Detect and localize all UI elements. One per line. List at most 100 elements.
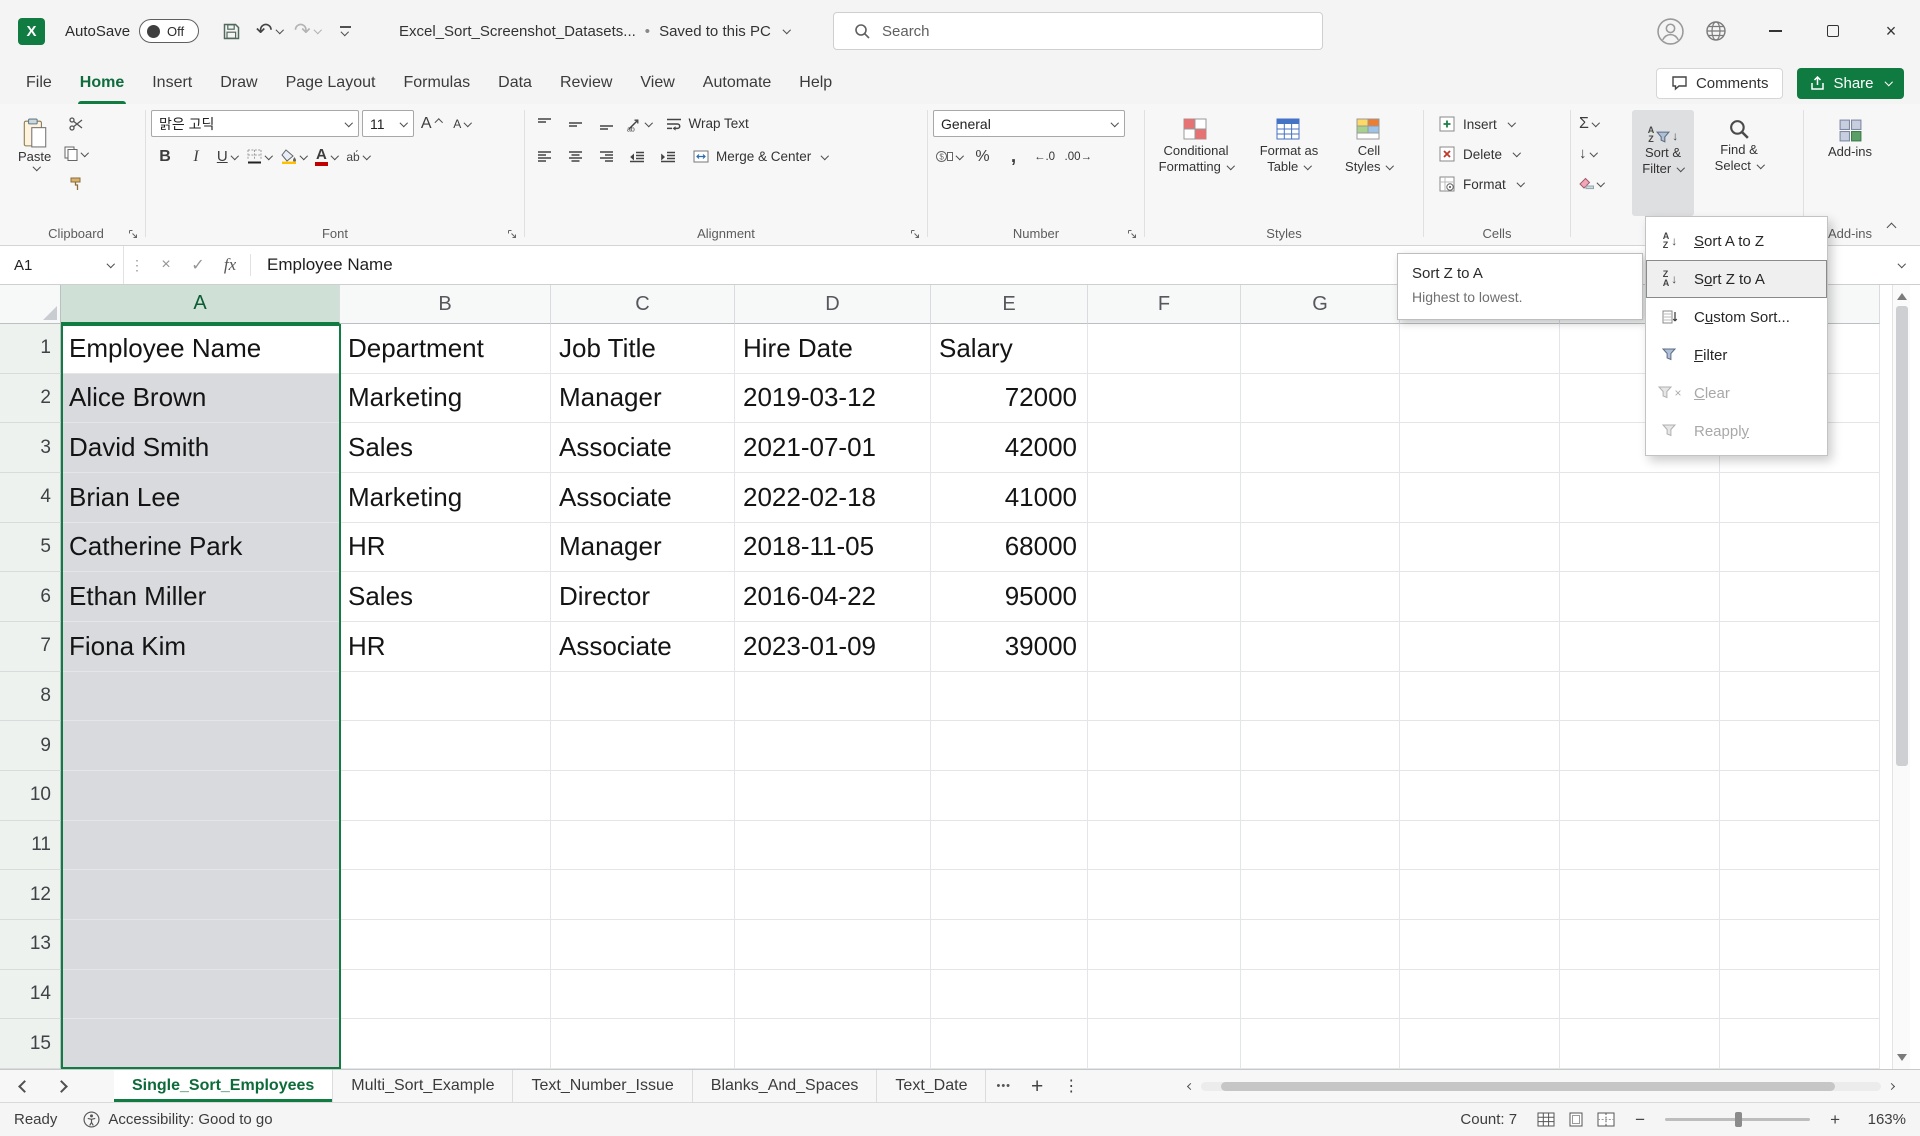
formula-bar-handle[interactable]: ⋮: [124, 257, 150, 274]
cell-C4[interactable]: Associate: [551, 473, 735, 523]
new-sheet-button[interactable]: +: [1021, 1076, 1053, 1097]
cell-A9[interactable]: [61, 721, 340, 771]
wrap-text-button[interactable]: Wrap Text: [658, 110, 757, 137]
cell-A6[interactable]: Ethan Miller: [61, 572, 340, 622]
menu-item-sort-z-to-a[interactable]: ZA↓Sort Z to A: [1646, 260, 1827, 298]
row-header-15[interactable]: 15: [0, 1019, 61, 1069]
cell-B8[interactable]: [340, 672, 551, 722]
select-all-corner[interactable]: [0, 285, 61, 324]
merge-center-button[interactable]: Merge & Center: [685, 143, 836, 170]
row-header-10[interactable]: 10: [0, 771, 61, 821]
cell-B9[interactable]: [340, 721, 551, 771]
cell-I8[interactable]: [1560, 672, 1720, 722]
search-box[interactable]: Search: [833, 12, 1323, 50]
cell-C7[interactable]: Associate: [551, 622, 735, 672]
number-dialog-launcher[interactable]: [1127, 229, 1137, 239]
cell-H2[interactable]: [1400, 374, 1560, 424]
cell-G2[interactable]: [1241, 374, 1400, 424]
increase-indent-button[interactable]: [654, 143, 682, 170]
cell-A1[interactable]: Employee Name: [61, 324, 340, 374]
font-name-combo[interactable]: 맑은 고딕: [151, 110, 359, 137]
delete-cells-button[interactable]: Delete: [1429, 140, 1565, 168]
row-header-12[interactable]: 12: [0, 870, 61, 920]
share-button[interactable]: Share: [1797, 68, 1904, 99]
cell-F10[interactable]: [1088, 771, 1241, 821]
scroll-right-icon[interactable]: [1888, 1082, 1895, 1089]
borders-button[interactable]: [244, 143, 275, 170]
cell-H3[interactable]: [1400, 423, 1560, 473]
cell-H10[interactable]: [1400, 771, 1560, 821]
cell-J9[interactable]: [1720, 721, 1880, 771]
cell-I6[interactable]: [1560, 572, 1720, 622]
row-header-1[interactable]: 1: [0, 324, 61, 374]
saved-status[interactable]: Saved to this PC: [659, 23, 771, 40]
align-left-button[interactable]: [530, 143, 558, 170]
horizontal-scroll-thumb[interactable]: [1221, 1082, 1835, 1091]
cell-B15[interactable]: [340, 1019, 551, 1069]
cell-H13[interactable]: [1400, 920, 1560, 970]
cell-G9[interactable]: [1241, 721, 1400, 771]
decrease-font-size-button[interactable]: A: [448, 110, 476, 137]
cell-G3[interactable]: [1241, 423, 1400, 473]
cell-H1[interactable]: [1400, 324, 1560, 374]
cell-H14[interactable]: [1400, 970, 1560, 1020]
zoom-out-button[interactable]: −: [1635, 1110, 1645, 1130]
count-indicator[interactable]: Count: 7: [1460, 1111, 1517, 1128]
sheet-options-button[interactable]: ⋮: [1053, 1076, 1089, 1096]
cell-D13[interactable]: [735, 920, 931, 970]
cell-G5[interactable]: [1241, 523, 1400, 573]
cell-B11[interactable]: [340, 821, 551, 871]
ribbon-tab-review[interactable]: Review: [546, 62, 626, 104]
autosave-toggle[interactable]: Off: [139, 19, 199, 43]
cell-F15[interactable]: [1088, 1019, 1241, 1069]
sheet-tab-text-date[interactable]: Text_Date: [877, 1070, 986, 1102]
row-header-2[interactable]: 2: [0, 374, 61, 424]
cell-E14[interactable]: [931, 970, 1088, 1020]
cell-C11[interactable]: [551, 821, 735, 871]
cell-D9[interactable]: [735, 721, 931, 771]
decrease-indent-button[interactable]: [623, 143, 651, 170]
cell-E2[interactable]: 72000: [931, 374, 1088, 424]
cell-E11[interactable]: [931, 821, 1088, 871]
cell-G15[interactable]: [1241, 1019, 1400, 1069]
scroll-up-icon[interactable]: [1897, 293, 1907, 300]
row-header-3[interactable]: 3: [0, 423, 61, 473]
cell-J12[interactable]: [1720, 870, 1880, 920]
cell-F3[interactable]: [1088, 423, 1241, 473]
insert-cells-button[interactable]: Insert: [1429, 110, 1565, 138]
column-header-F[interactable]: F: [1088, 285, 1241, 324]
copy-button[interactable]: [61, 140, 91, 167]
cell-E9[interactable]: [931, 721, 1088, 771]
column-header-D[interactable]: D: [735, 285, 931, 324]
zoom-slider[interactable]: [1665, 1118, 1810, 1121]
increase-decimal-button[interactable]: ←.0: [1031, 143, 1059, 170]
bottom-align-button[interactable]: [592, 110, 620, 137]
column-header-C[interactable]: C: [551, 285, 735, 324]
cell-D5[interactable]: 2018-11-05: [735, 523, 931, 573]
cell-H4[interactable]: [1400, 473, 1560, 523]
cell-J15[interactable]: [1720, 1019, 1880, 1069]
row-header-14[interactable]: 14: [0, 970, 61, 1020]
paste-button[interactable]: Paste: [12, 110, 57, 216]
cell-I13[interactable]: [1560, 920, 1720, 970]
cell-C13[interactable]: [551, 920, 735, 970]
clear-formats-button[interactable]: [1576, 170, 1622, 197]
cell-H8[interactable]: [1400, 672, 1560, 722]
alignment-dialog-launcher[interactable]: [910, 229, 920, 239]
cell-G14[interactable]: [1241, 970, 1400, 1020]
sheet-tab-multi-sort-example[interactable]: Multi_Sort_Example: [333, 1070, 513, 1102]
cell-I5[interactable]: [1560, 523, 1720, 573]
font-color-button[interactable]: A: [312, 143, 340, 170]
cell-I11[interactable]: [1560, 821, 1720, 871]
vertical-scroll-thumb[interactable]: [1896, 306, 1908, 766]
cell-J13[interactable]: [1720, 920, 1880, 970]
sheet-tab-blanks-and-spaces[interactable]: Blanks_And_Spaces: [693, 1070, 878, 1102]
name-box-dropdown-icon[interactable]: [106, 260, 114, 268]
cell-H15[interactable]: [1400, 1019, 1560, 1069]
redo-button[interactable]: ↷: [291, 14, 323, 48]
cut-button[interactable]: [61, 110, 91, 137]
cell-I9[interactable]: [1560, 721, 1720, 771]
cell-F2[interactable]: [1088, 374, 1241, 424]
cell-C2[interactable]: Manager: [551, 374, 735, 424]
cell-F6[interactable]: [1088, 572, 1241, 622]
